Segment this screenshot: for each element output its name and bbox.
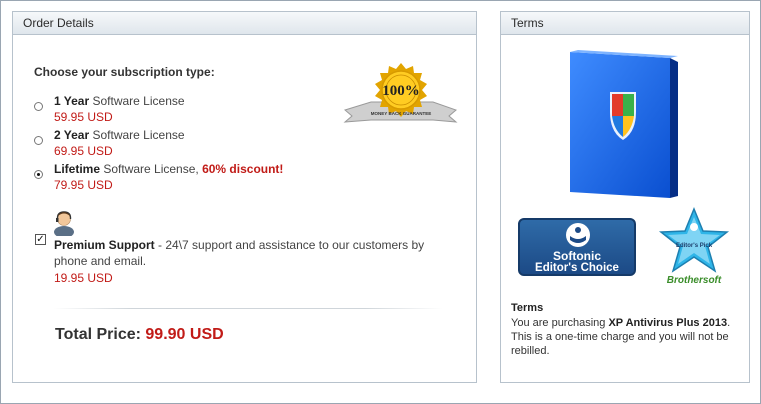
option-label: 1 Year Software License: [54, 94, 185, 108]
product-box-icon: [570, 50, 678, 198]
softonic-subtitle: Editor's Choice: [535, 262, 619, 274]
total-price: Total Price: 99.90 USD: [55, 326, 224, 344]
discount-text: 60% discount!: [202, 162, 284, 176]
order-details-header: Order Details: [13, 12, 476, 35]
radio-2year[interactable]: [34, 136, 43, 145]
brothersoft-name: Brothersoft: [667, 275, 722, 286]
softonic-logo-icon: [566, 223, 590, 247]
terms-body: You are purchasing XP Antivirus Plus 201…: [511, 317, 731, 357]
terms-title: Terms: [511, 302, 544, 314]
softonic-editors-choice-badge: Softonic Editor's Choice: [518, 218, 636, 276]
order-details-panel: Order Details Choose your subscription t…: [12, 11, 477, 383]
support-agent-icon: [54, 211, 74, 236]
divider: [53, 308, 443, 309]
option-price: 69.95 USD: [54, 144, 113, 158]
brothersoft-editors-pick-badge: Editor's Pick Brothersoft: [658, 207, 730, 286]
subscription-prompt: Choose your subscription type:: [34, 65, 215, 79]
option-price: 79.95 USD: [54, 178, 113, 192]
radio-lifetime[interactable]: [34, 170, 43, 179]
radio-1year[interactable]: [34, 102, 43, 111]
seal-ribbon-text: MONEY BACK GUARANTEE: [371, 111, 431, 116]
option-price: 59.95 USD: [54, 110, 113, 124]
premium-support-checkbox[interactable]: ✓: [35, 234, 46, 245]
premium-support-price: 19.95 USD: [54, 271, 113, 285]
softonic-title: Softonic: [553, 249, 601, 263]
terms-header: Terms: [501, 12, 749, 35]
option-label: Lifetime Software License, 60% discount!: [54, 162, 284, 176]
seal-percent: 100%: [382, 83, 420, 99]
money-back-guarantee-seal-icon: 100% MONEY BACK GUARANTEE: [343, 63, 458, 123]
terms-panel: Terms Softonic Editor's Choice Editor's …: [500, 11, 750, 383]
product-name: XP Antivirus Plus 2013: [608, 317, 728, 329]
premium-support-title: Premium Support: [54, 238, 155, 252]
total-price-value: 99.90 USD: [145, 326, 224, 343]
premium-support-description: Premium Support - 24\7 support and assis…: [54, 237, 454, 269]
total-price-label: Total Price:: [55, 326, 141, 343]
option-label: 2 Year Software License: [54, 128, 185, 142]
brothersoft-pick-label: Editor's Pick: [676, 243, 713, 249]
